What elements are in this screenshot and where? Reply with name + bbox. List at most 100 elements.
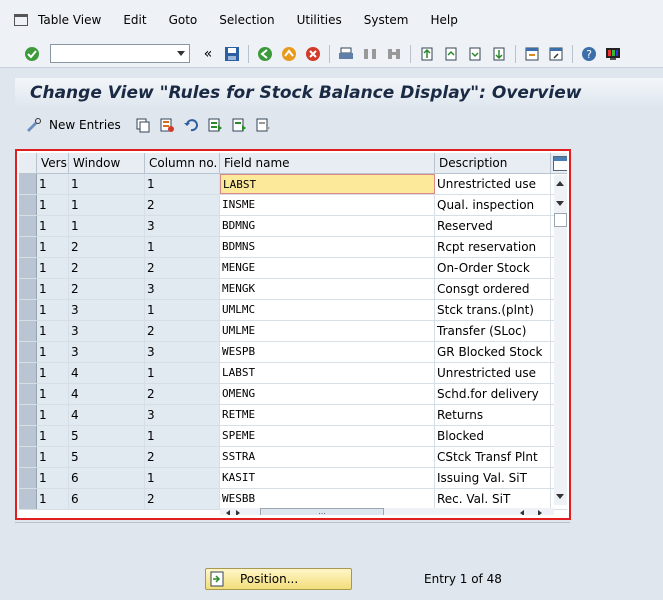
shortcut-icon[interactable] bbox=[546, 44, 566, 64]
cell-description[interactable]: Reserved bbox=[435, 216, 551, 236]
scroll-page-down-icon[interactable] bbox=[556, 201, 564, 206]
cancel-icon[interactable] bbox=[303, 44, 323, 64]
cell-description[interactable]: On-Order Stock bbox=[435, 258, 551, 278]
back-icon[interactable] bbox=[255, 44, 275, 64]
row-selector[interactable] bbox=[19, 342, 37, 362]
cell-description[interactable]: Consgt ordered bbox=[435, 279, 551, 299]
double-chevron-left-icon[interactable]: « bbox=[198, 44, 218, 64]
menu-help[interactable]: Help bbox=[431, 13, 458, 27]
position-button[interactable]: Position... bbox=[205, 568, 352, 590]
cell-description[interactable]: Unrestricted use bbox=[435, 174, 551, 194]
deselect-all-icon[interactable] bbox=[253, 115, 273, 135]
scroll-right-icon[interactable] bbox=[236, 510, 240, 515]
row-selector[interactable] bbox=[19, 321, 37, 341]
customize-layout-icon[interactable] bbox=[603, 44, 623, 64]
column-header-window[interactable]: Window bbox=[69, 153, 145, 173]
row-selector[interactable] bbox=[19, 300, 37, 320]
row-selector[interactable] bbox=[19, 405, 37, 425]
first-page-icon[interactable] bbox=[417, 44, 437, 64]
exit-icon[interactable] bbox=[279, 44, 299, 64]
save-icon[interactable] bbox=[222, 44, 242, 64]
cell-description[interactable]: Rcpt reservation bbox=[435, 237, 551, 257]
row-selector[interactable] bbox=[19, 258, 37, 278]
cell-field-name[interactable]: RETME bbox=[220, 405, 435, 425]
cell-field-name[interactable]: MENGE bbox=[220, 258, 435, 278]
cell-description[interactable]: Rec. Val. SiT bbox=[435, 489, 551, 509]
row-selector[interactable] bbox=[19, 195, 37, 215]
horizontal-scrollbar[interactable]: ... bbox=[220, 508, 554, 515]
scroll-left-end-icon[interactable] bbox=[520, 510, 524, 515]
cell-field-name[interactable]: SSTRA bbox=[220, 447, 435, 467]
column-header-vers[interactable]: Vers bbox=[37, 153, 69, 173]
cell-description[interactable]: Schd.for delivery bbox=[435, 384, 551, 404]
last-page-icon[interactable] bbox=[489, 44, 509, 64]
column-header-column-no[interactable]: Column no. bbox=[145, 153, 220, 173]
menu-selection[interactable]: Selection bbox=[219, 13, 274, 27]
row-selector[interactable] bbox=[19, 426, 37, 446]
horizontal-scroll-thumb[interactable]: ... bbox=[260, 508, 384, 515]
row-selector[interactable] bbox=[19, 363, 37, 383]
row-selector[interactable] bbox=[19, 174, 37, 194]
row-selector[interactable] bbox=[19, 216, 37, 236]
new-session-icon[interactable] bbox=[522, 44, 542, 64]
delete-icon[interactable] bbox=[157, 115, 177, 135]
cell-description[interactable]: GR Blocked Stock bbox=[435, 342, 551, 362]
cell-field-name[interactable]: OMENG bbox=[220, 384, 435, 404]
next-page-icon[interactable] bbox=[465, 44, 485, 64]
scroll-right-end-icon[interactable] bbox=[538, 510, 542, 515]
window-menu-icon[interactable] bbox=[14, 14, 28, 26]
vertical-scrollbar[interactable] bbox=[554, 175, 567, 505]
row-selector[interactable] bbox=[19, 279, 37, 299]
scroll-down-icon[interactable] bbox=[556, 494, 564, 499]
cell-description[interactable]: CStck Transf Plnt bbox=[435, 447, 551, 467]
cell-field-name[interactable]: WESBB bbox=[220, 489, 435, 509]
cell-field-name[interactable]: BDMNG bbox=[220, 216, 435, 236]
enter-check-icon[interactable] bbox=[22, 44, 42, 64]
menu-goto[interactable]: Goto bbox=[169, 13, 198, 27]
cell-field-name[interactable]: WESPB bbox=[220, 342, 435, 362]
cell-field-name[interactable]: LABST bbox=[220, 174, 435, 194]
cell-field-name[interactable]: SPEME bbox=[220, 426, 435, 446]
help-icon[interactable]: ? bbox=[579, 44, 599, 64]
cell-field-name[interactable]: MENGK bbox=[220, 279, 435, 299]
cell-field-name[interactable]: KASIT bbox=[220, 468, 435, 488]
menu-table-view[interactable]: Table View bbox=[38, 13, 101, 27]
scroll-up-icon[interactable] bbox=[556, 181, 564, 186]
command-field[interactable] bbox=[50, 44, 190, 63]
row-selector[interactable] bbox=[19, 468, 37, 488]
undo-icon[interactable] bbox=[181, 115, 201, 135]
new-entries-button[interactable]: New Entries bbox=[25, 117, 131, 133]
chevron-down-icon[interactable] bbox=[177, 51, 185, 56]
vertical-scroll-thumb[interactable] bbox=[554, 213, 567, 227]
cell-field-name[interactable]: UMLME bbox=[220, 321, 435, 341]
cell-description[interactable]: Transfer (SLoc) bbox=[435, 321, 551, 341]
column-header-field-name[interactable]: Field name bbox=[220, 153, 435, 173]
cell-field-name[interactable]: LABST bbox=[220, 363, 435, 383]
row-selector[interactable] bbox=[19, 447, 37, 467]
find-next-icon[interactable] bbox=[384, 44, 404, 64]
cell-description[interactable]: Issuing Val. SiT bbox=[435, 468, 551, 488]
print-icon[interactable] bbox=[336, 44, 356, 64]
cell-field-name[interactable]: BDMNS bbox=[220, 237, 435, 257]
row-selector[interactable] bbox=[19, 237, 37, 257]
scroll-left-icon[interactable] bbox=[226, 510, 230, 515]
cell-description[interactable]: Returns bbox=[435, 405, 551, 425]
cell-description[interactable]: Unrestricted use bbox=[435, 363, 551, 383]
select-block-icon[interactable] bbox=[229, 115, 249, 135]
row-selector[interactable] bbox=[19, 384, 37, 404]
cell-description[interactable]: Qual. inspection bbox=[435, 195, 551, 215]
select-all-icon[interactable] bbox=[205, 115, 225, 135]
menu-system[interactable]: System bbox=[364, 13, 409, 27]
column-header-description[interactable]: Description bbox=[435, 153, 551, 173]
cell-field-name[interactable]: INSME bbox=[220, 195, 435, 215]
menu-utilities[interactable]: Utilities bbox=[297, 13, 342, 27]
cell-description[interactable]: Stck trans.(plnt) bbox=[435, 300, 551, 320]
row-selector[interactable] bbox=[19, 489, 37, 509]
menu-edit[interactable]: Edit bbox=[123, 13, 146, 27]
select-all-column-header[interactable] bbox=[19, 153, 37, 173]
find-icon[interactable] bbox=[360, 44, 380, 64]
cell-field-name[interactable]: UMLMC bbox=[220, 300, 435, 320]
copy-as-icon[interactable] bbox=[133, 115, 153, 135]
cell-description[interactable]: Blocked bbox=[435, 426, 551, 446]
table-settings-icon[interactable] bbox=[553, 156, 567, 171]
